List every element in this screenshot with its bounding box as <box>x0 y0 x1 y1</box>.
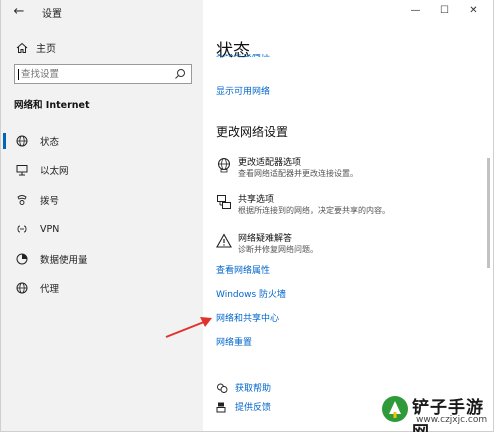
watermark: 铲子手游网 www.czjxjc.com <box>376 388 500 432</box>
window-border <box>0 0 494 432</box>
watermark-text: 铲子手游网 <box>412 398 484 432</box>
settings-window: 主页 网络和 Internet 状态 以太网 <box>0 0 500 432</box>
watermark-logo-icon <box>382 396 408 422</box>
watermark-url: www.czjxjc.com <box>416 415 488 425</box>
